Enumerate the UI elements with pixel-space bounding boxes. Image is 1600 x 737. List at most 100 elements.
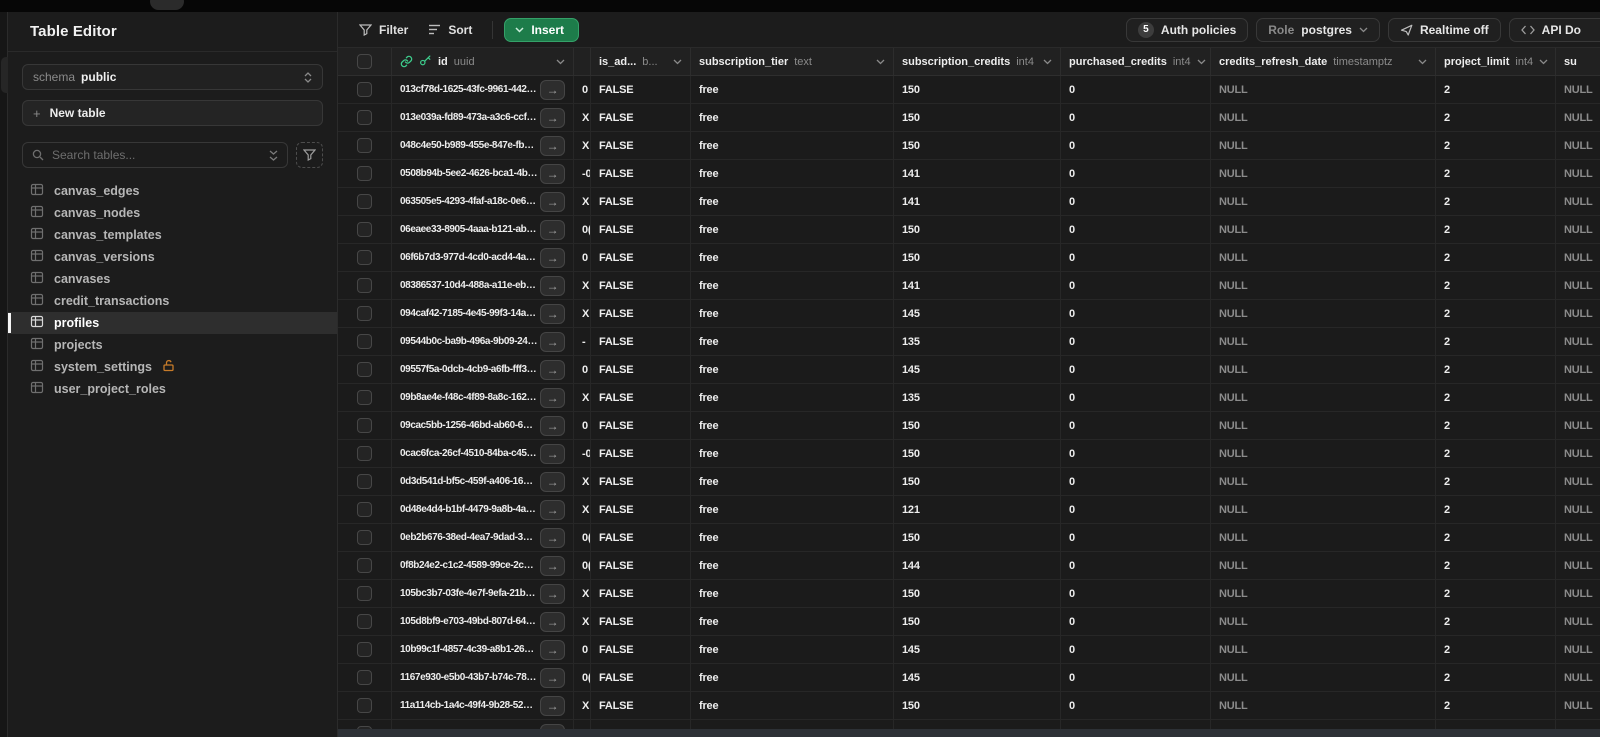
expand-row-button[interactable]: → (540, 471, 565, 492)
cell-id[interactable]: 11a114cb-1a4c-49f4-9b28-52219ec...→ (392, 692, 574, 719)
cell-fragment[interactable]: X (574, 580, 591, 607)
cell-subscription-credits[interactable]: 121 (894, 496, 1061, 523)
cell-overflow[interactable]: NULL (1556, 692, 1600, 719)
cell-fragment[interactable]: X (574, 300, 591, 327)
cell-id[interactable]: 1167e930-e5b0-43b7-b74c-788c9... → (392, 664, 574, 691)
cell-is-admin[interactable]: FALSE (591, 76, 691, 103)
cell-fragment[interactable]: X (574, 496, 591, 523)
row-checkbox[interactable] (357, 390, 372, 405)
sidebar-item-user_project_roles[interactable]: user_project_roles (8, 378, 337, 400)
cell-project-limit[interactable]: 2 (1436, 664, 1556, 691)
cell-credits-refresh-date[interactable]: NULL (1211, 160, 1436, 187)
cell-overflow[interactable]: NULL (1556, 664, 1600, 691)
column-header-credits_refresh_date[interactable]: credits_refresh_date timestamptz (1211, 48, 1436, 75)
cell-purchased-credits[interactable]: 0 (1061, 552, 1211, 579)
cell-is-admin[interactable]: FALSE (591, 524, 691, 551)
cell-purchased-credits[interactable]: 0 (1061, 244, 1211, 271)
row-checkbox[interactable] (357, 670, 372, 685)
cell-credits-refresh-date[interactable]: NULL (1211, 76, 1436, 103)
cell-subscription-tier[interactable]: free (691, 664, 894, 691)
expand-row-button[interactable]: → (540, 135, 565, 156)
cell-id[interactable]: 0eb2b676-38ed-4ea7-9dad-38e6... → (392, 524, 574, 551)
sidebar-filter-button[interactable] (296, 142, 323, 168)
row-checkbox[interactable] (357, 278, 372, 293)
cell-project-limit[interactable]: 2 (1436, 160, 1556, 187)
cell-project-limit[interactable]: 2 (1436, 356, 1556, 383)
cell-subscription-credits[interactable]: 150 (894, 608, 1061, 635)
cell-subscription-tier[interactable]: free (691, 580, 894, 607)
cell-id[interactable]: 06f6b7d3-977d-4cd0-acd4-4a78... → (392, 244, 574, 271)
expand-row-button[interactable]: → (540, 163, 565, 184)
cell-subscription-tier[interactable]: free (691, 188, 894, 215)
cell-credits-refresh-date[interactable]: NULL (1211, 608, 1436, 635)
chevron-down-icon[interactable] (1539, 59, 1548, 65)
cell-credits-refresh-date[interactable]: NULL (1211, 692, 1436, 719)
cell-overflow[interactable]: NULL (1556, 440, 1600, 467)
cell-project-limit[interactable]: 2 (1436, 608, 1556, 635)
cell-subscription-tier[interactable]: free (691, 104, 894, 131)
cell-id[interactable]: 0d48e4d4-b1bf-4479-9a8b-4a4b... → (392, 496, 574, 523)
cell-project-limit[interactable]: 2 (1436, 412, 1556, 439)
column-header-purchased_credits[interactable]: purchased_credits int4 (1061, 48, 1211, 75)
cell-purchased-credits[interactable]: 0 (1061, 384, 1211, 411)
cell-credits-refresh-date[interactable]: NULL (1211, 412, 1436, 439)
select-all-checkbox[interactable] (357, 54, 372, 69)
row-checkbox[interactable] (357, 614, 372, 629)
cell-credits-refresh-date[interactable]: NULL (1211, 636, 1436, 663)
column-menu-chevron[interactable] (1539, 56, 1548, 68)
cell-is-admin[interactable]: FALSE (591, 328, 691, 355)
cell-is-admin[interactable]: FALSE (591, 440, 691, 467)
cell-purchased-credits[interactable]: 0 (1061, 160, 1211, 187)
cell-purchased-credits[interactable]: 0 (1061, 76, 1211, 103)
cell-purchased-credits[interactable]: 0 (1061, 328, 1211, 355)
cell-project-limit[interactable]: 2 (1436, 384, 1556, 411)
cell-credits-refresh-date[interactable]: NULL (1211, 188, 1436, 215)
cell-overflow[interactable]: NULL (1556, 552, 1600, 579)
cell-fragment[interactable]: 0 (574, 356, 591, 383)
cell-id[interactable]: 0d3d541d-bf5c-459f-a406-16b93... → (392, 468, 574, 495)
cell-is-admin[interactable]: FALSE (591, 188, 691, 215)
cell-is-admin[interactable]: FALSE (591, 664, 691, 691)
cell-fragment[interactable]: 0( (574, 664, 591, 691)
cell-fragment[interactable]: 0 (574, 636, 591, 663)
cell-purchased-credits[interactable]: 0 (1061, 356, 1211, 383)
expand-row-button[interactable]: → (540, 639, 565, 660)
cell-credits-refresh-date[interactable]: NULL (1211, 272, 1436, 299)
expand-row-button[interactable]: → (540, 247, 565, 268)
cell-project-limit[interactable]: 2 (1436, 132, 1556, 159)
cell-id[interactable]: 094caf42-7185-4e45-99f3-14abee... → (392, 300, 574, 327)
sidebar-item-profiles[interactable]: profiles (8, 312, 337, 334)
cell-subscription-credits[interactable]: 150 (894, 412, 1061, 439)
expand-row-button[interactable]: → (540, 443, 565, 464)
cell-is-admin[interactable]: FALSE (591, 300, 691, 327)
cell-fragment[interactable]: 0 (574, 412, 591, 439)
cell-overflow[interactable]: NULL (1556, 636, 1600, 663)
cell-fragment[interactable]: X (574, 272, 591, 299)
cell-purchased-credits[interactable]: 0 (1061, 692, 1211, 719)
cell-subscription-tier[interactable]: free (691, 328, 894, 355)
expand-row-button[interactable]: → (540, 527, 565, 548)
cell-purchased-credits[interactable]: 0 (1061, 664, 1211, 691)
cell-subscription-credits[interactable]: 150 (894, 692, 1061, 719)
cell-project-limit[interactable]: 2 (1436, 216, 1556, 243)
cell-fragment[interactable]: X (574, 104, 591, 131)
cell-subscription-tier[interactable]: free (691, 216, 894, 243)
column-menu-chevron[interactable] (876, 56, 885, 68)
cell-subscription-credits[interactable]: 150 (894, 468, 1061, 495)
row-checkbox[interactable] (357, 642, 372, 657)
cell-credits-refresh-date[interactable]: NULL (1211, 468, 1436, 495)
cell-id[interactable]: 063505e5-4293-4faf-a18c-0e65b... → (392, 188, 574, 215)
cell-id[interactable]: 048c4e50-b989-455e-847e-fb2f... → (392, 132, 574, 159)
sidebar-item-canvas_nodes[interactable]: canvas_nodes (8, 202, 337, 224)
cell-purchased-credits[interactable]: 0 (1061, 496, 1211, 523)
column-menu-chevron[interactable] (1418, 56, 1427, 68)
cell-purchased-credits[interactable]: 0 (1061, 440, 1211, 467)
cell-id[interactable]: 06eaee33-8905-4aaa-b121-ab552... → (392, 216, 574, 243)
cell-project-limit[interactable]: 2 (1436, 272, 1556, 299)
cell-overflow[interactable]: NULL (1556, 384, 1600, 411)
row-checkbox[interactable] (357, 110, 372, 125)
row-checkbox[interactable] (357, 586, 372, 601)
cell-overflow[interactable]: NULL (1556, 300, 1600, 327)
cell-id[interactable]: 013e039a-fd89-473a-a3c6-ccfa9... → (392, 104, 574, 131)
cell-id[interactable]: 09b8ae4e-f48c-4f89-8a8c-1629b... → (392, 384, 574, 411)
